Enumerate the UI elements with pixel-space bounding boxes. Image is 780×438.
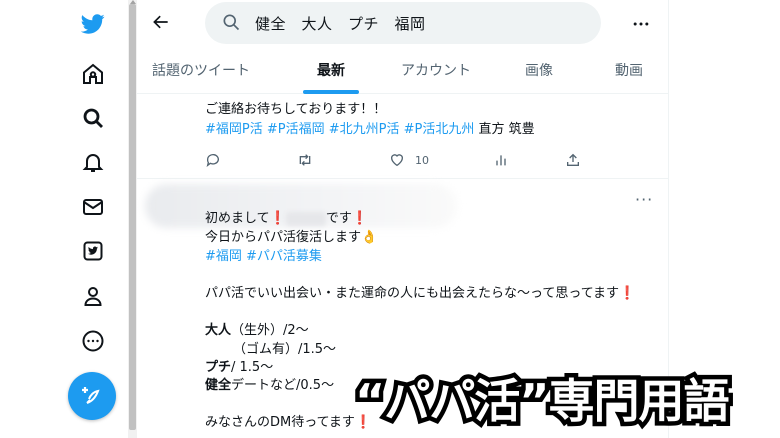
vertical-scrollbar[interactable] <box>128 0 137 438</box>
notifications-bell-icon[interactable] <box>79 148 107 176</box>
like-button[interactable]: 10 <box>389 149 429 171</box>
price-category-label: プチ <box>205 360 232 375</box>
price-category-label: 大人 <box>205 323 232 338</box>
compose-tweet-button[interactable] <box>68 372 116 420</box>
reply-button[interactable] <box>205 149 221 171</box>
retweet-icon <box>299 154 311 166</box>
more-horizontal-icon <box>633 22 649 26</box>
price-category-label: 健全 <box>205 378 232 393</box>
tweet-hashtag-line: #福岡P活 #P活福岡 #北九州P活 #P活北九州 直方 筑豊 <box>205 121 535 139</box>
active-tab-indicator <box>303 90 359 94</box>
share-upload-icon <box>567 153 579 166</box>
tab-label: 画像 <box>525 63 553 79</box>
price-line-kenzen: 健全デートなど/0.5〜 <box>205 377 334 395</box>
tab-videos[interactable]: 動画 <box>589 46 668 94</box>
hashtag-links[interactable]: #福岡 #パパ活募集 <box>205 248 322 266</box>
tweet-text-fragment: みなさんのDM待ってます <box>205 415 355 430</box>
more-options-circle-icon[interactable] <box>79 327 107 355</box>
tab-label: 最新 <box>317 63 345 79</box>
tweet-more-options-button[interactable]: ··· <box>635 190 653 209</box>
feather-plus-icon <box>82 387 100 404</box>
back-arrow-icon <box>153 15 168 29</box>
tweet-text-fragment: パパ活でいい出会い・また運命の人にも出会えたらな〜って思ってます <box>205 286 620 301</box>
search-header: 健全 大人 プチ 福岡 <box>137 0 668 46</box>
price-value: デートなど/0.5〜 <box>231 378 335 393</box>
tab-label: 動画 <box>615 63 643 79</box>
tv-caption-overlay: “パパ活”専門用語 <box>351 370 734 433</box>
search-tabs: 話題のツイート 最新 アカウント 画像 動画 <box>137 46 668 94</box>
tab-latest[interactable]: 最新 <box>279 46 383 94</box>
tweet-actions: 10 <box>205 149 585 171</box>
tweet-text-line: パパ活でいい出会い・また運命の人にも出会えたらな〜って思ってます❗ <box>205 285 635 303</box>
profile-person-icon[interactable] <box>79 282 107 310</box>
search-query-text[interactable]: 健全 大人 プチ 福岡 <box>255 13 426 34</box>
exclamation-emoji: ❗ <box>619 286 636 301</box>
tweet-text-suffix: 直方 筑豊 <box>474 122 535 137</box>
reply-bubble-icon <box>206 154 219 167</box>
left-nav-rail <box>0 0 128 438</box>
tweet-text-fragment: 初めまして <box>205 211 270 226</box>
bookmarks-icon[interactable] <box>79 237 107 265</box>
exclamation-emoji: ❗ <box>351 211 369 226</box>
twitter-bird-logo-icon[interactable] <box>79 10 107 38</box>
tab-top-tweets[interactable]: 話題のツイート <box>137 46 265 94</box>
exclamation-emoji: ❗ <box>269 211 286 226</box>
scrollbar-thumb[interactable] <box>129 4 136 430</box>
tab-label: 話題のツイート <box>152 63 250 79</box>
tweet-text-line: 初めまして❗ です❗ <box>205 210 368 228</box>
redacted-name <box>285 211 326 226</box>
analytics-bars-icon <box>496 155 506 166</box>
like-count: 10 <box>415 153 429 167</box>
share-button[interactable] <box>565 149 581 171</box>
tweet-card[interactable]: ご連絡お待ちしております！！ #福岡P活 #P活福岡 #北九州P活 #P活北九州… <box>137 95 668 179</box>
price-line-puchi: プチ/ 1.5〜 <box>205 359 273 377</box>
analytics-button[interactable] <box>493 149 509 171</box>
search-icon <box>223 14 240 31</box>
price-line-otona: 大人（生外）/2〜 <box>205 322 309 340</box>
price-value: （生外）/2〜 <box>231 323 309 338</box>
price-value: / 1.5〜 <box>231 360 274 375</box>
heart-icon <box>391 154 403 167</box>
explore-search-icon[interactable] <box>79 104 107 132</box>
hashtag-links[interactable]: #福岡P活 #P活福岡 #北九州P活 #P活北九州 <box>205 122 474 137</box>
search-box[interactable]: 健全 大人 プチ 福岡 <box>205 2 601 44</box>
tab-label: アカウント <box>401 63 471 79</box>
back-arrow-button[interactable] <box>149 10 173 34</box>
tweet-text-line: みなさんのDM待ってます❗ <box>205 414 371 432</box>
messages-envelope-icon[interactable] <box>79 193 107 221</box>
tab-accounts[interactable]: アカウント <box>383 46 489 94</box>
tweet-text-line: ご連絡お待ちしております！！ <box>205 102 387 117</box>
tab-images[interactable]: 画像 <box>489 46 589 94</box>
tweet-text-fragment: です <box>325 211 352 226</box>
price-line-otona-2: （ゴム有）/1.5〜 <box>233 342 337 357</box>
search-more-options-button[interactable] <box>629 12 653 36</box>
tweet-text-line: 今日からパパ活復活します👌 <box>205 230 378 245</box>
retweet-button[interactable] <box>297 149 313 171</box>
home-icon[interactable] <box>79 60 107 88</box>
